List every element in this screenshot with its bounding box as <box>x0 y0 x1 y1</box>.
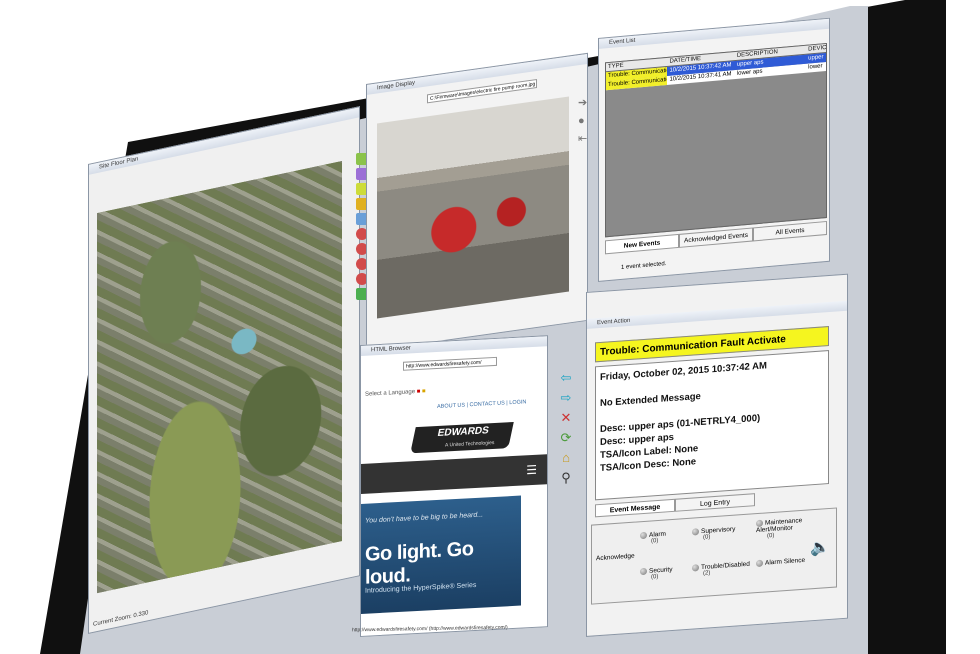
tab-all-events[interactable]: All Events <box>753 220 827 242</box>
stop-icon[interactable]: ✕ <box>558 411 574 425</box>
event-status: 1 event selected. <box>621 261 667 271</box>
status-trouble-disabled[interactable]: Trouble/Disabled (2) <box>692 561 750 578</box>
map-titlebar: Site Floor Plan <box>89 107 359 175</box>
map-window: Site Floor Plan Current Zoom: 0.330 <box>88 106 360 634</box>
search-icon[interactable]: ⚲ <box>558 471 574 485</box>
event-list-window: Event List TYPE DATE/TIME DESCRIPTION DE… <box>598 17 830 282</box>
nav-about-link[interactable]: ABOUT US <box>437 402 465 409</box>
refresh-icon[interactable]: ⟳ <box>558 431 574 445</box>
flag-icon[interactable]: ■ <box>417 389 421 395</box>
menu-icon[interactable]: ☰ <box>526 463 537 478</box>
nav-login-link[interactable]: LOGIN <box>509 399 526 406</box>
status-security[interactable]: Security (0) <box>640 566 672 581</box>
status-led-icon <box>692 528 699 536</box>
hero-banner[interactable]: You don't have to be big to be heard... … <box>361 495 521 614</box>
pump-room-photo <box>377 96 569 319</box>
acknowledge-button[interactable]: Acknowledge <box>596 553 635 563</box>
image-display-window: Image Display C:\Firmware\Images\electri… <box>366 52 588 353</box>
status-maintenance[interactable]: Maintenance Alert/Monitor (0) <box>756 515 828 540</box>
language-label: Select a Language <box>365 389 416 398</box>
event-nav-column: ➔ ● ⇤ <box>578 94 592 148</box>
nav-contact-link[interactable]: CONTACT US <box>470 400 505 408</box>
edwards-logo[interactable]: EDWARDS <box>410 421 514 454</box>
next-event-icon[interactable]: ➔ <box>578 94 592 112</box>
stop-icon[interactable]: ● <box>578 112 592 130</box>
status-alarm[interactable]: Alarm (0) <box>640 530 666 545</box>
status-led-icon <box>640 567 647 576</box>
panel-status-grid: Acknowledge Alarm (0) Supervisory (0) Main… <box>591 507 837 605</box>
browser-url-field[interactable]: http://www.edwardsfiresafety.com/ <box>403 356 497 371</box>
hero-tagline: You don't have to be big to be heard... <box>365 511 484 525</box>
first-event-icon[interactable]: ⇤ <box>578 130 592 148</box>
status-label: Alarm Silence <box>765 556 806 567</box>
forward-arrow-icon[interactable]: ⇨ <box>558 391 574 405</box>
status-led-icon <box>692 564 699 572</box>
back-arrow-icon[interactable]: ⇦ <box>558 371 574 385</box>
tab-acknowledged-events[interactable]: Acknowledged Events <box>679 227 753 248</box>
speaker-icon[interactable]: 🔈 <box>810 537 830 558</box>
site-menu-bar: ☰ <box>361 454 548 494</box>
monitor-photo: Site Floor Plan Current Zoom: 0.330 Imag… <box>0 0 980 654</box>
event-action-titlebar: Event Action <box>587 300 847 329</box>
tab-log-entry[interactable]: Log Entry <box>675 493 755 512</box>
status-supervisory[interactable]: Supervisory (0) <box>692 526 735 542</box>
language-selector[interactable]: Select a Language ■ ■ <box>365 389 426 398</box>
event-message-text[interactable]: Friday, October 02, 2015 10:37:42 AM No … <box>595 350 829 501</box>
browser-toolbar: ⇦ ⇨ ✕ ⟳ ⌂ ⚲ <box>556 365 580 515</box>
home-icon[interactable]: ⌂ <box>558 451 574 465</box>
status-alarm-silence[interactable]: Alarm Silence <box>756 557 805 568</box>
site-nav: ABOUT US | CONTACT US | LOGIN <box>437 399 527 410</box>
event-table: TYPE DATE/TIME DESCRIPTION DEVIC Trouble… <box>605 42 827 238</box>
tab-new-events[interactable]: New Events <box>605 233 679 255</box>
hero-headline: Go light. Go loud. <box>365 538 474 589</box>
flag-icon[interactable]: ■ <box>422 389 426 395</box>
event-action-window: Event Action Trouble: Communication Faul… <box>586 273 848 637</box>
event-list-titlebar: Event List <box>599 18 829 49</box>
event-device: lower <box>808 63 823 71</box>
status-led-icon <box>640 531 647 540</box>
aerial-map-image[interactable] <box>97 161 342 594</box>
html-browser-window: HTML Browser http://www.edwardsfiresafet… <box>360 335 548 637</box>
status-led-icon <box>756 559 763 568</box>
tab-event-message[interactable]: Event Message <box>595 498 675 518</box>
